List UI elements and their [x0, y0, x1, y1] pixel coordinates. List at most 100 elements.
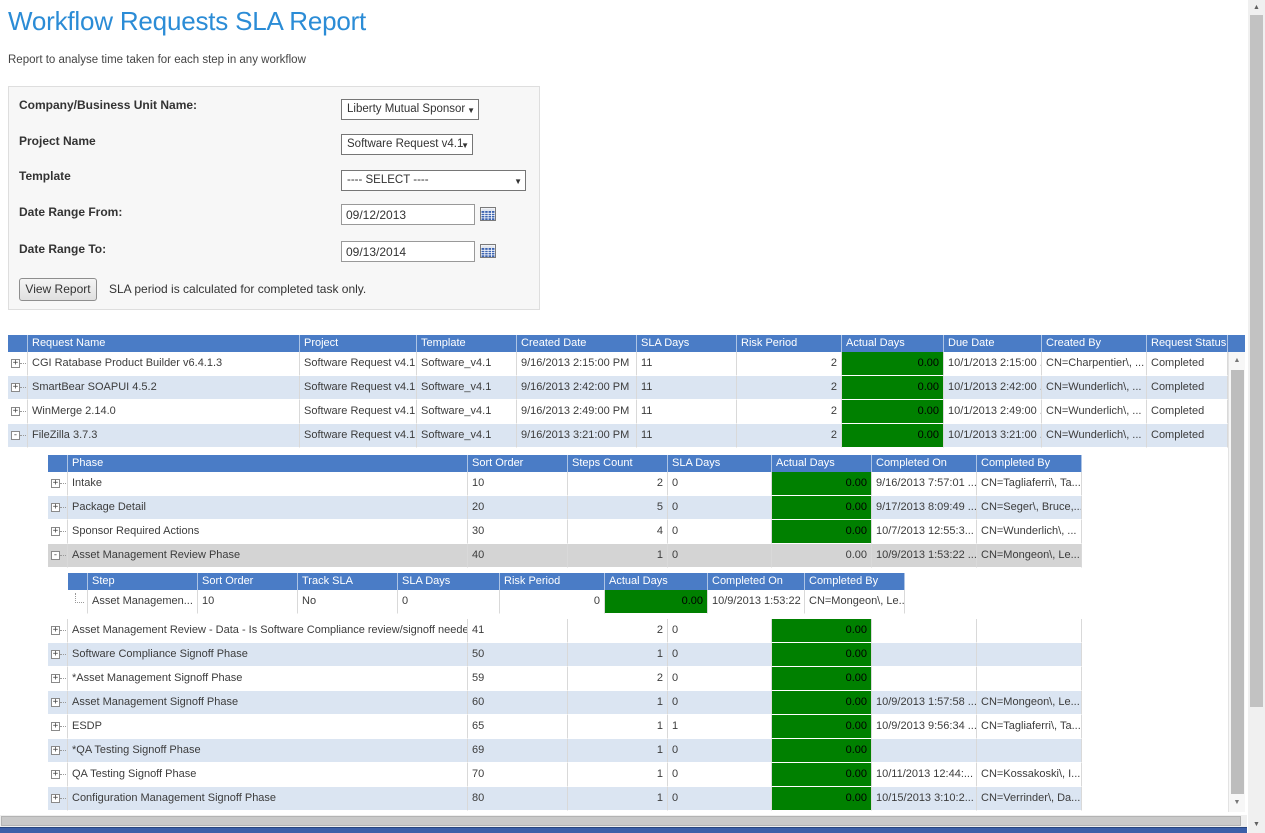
request-row[interactable]: +CGI Ratabase Product Builder v6.4.1.3So… [8, 352, 1245, 376]
phase-cell-completed-by: CN=Seger\, Bruce,... [977, 496, 1082, 520]
request-row[interactable]: + SmartBear SOAPUI 4.5.2Software Request … [8, 376, 1245, 400]
expand-icon[interactable]: + [51, 527, 60, 536]
expander-cell: + [48, 787, 68, 811]
expand-icon[interactable]: + [11, 359, 20, 368]
expand-icon[interactable]: + [11, 383, 20, 392]
request-cell-risk-period: 2 [737, 400, 842, 424]
phase-row[interactable]: +Configuration Management Signoff Phase8… [48, 787, 1082, 811]
phase-row[interactable]: +QA Testing Signoff Phase70100.0010/11/2… [48, 763, 1082, 787]
scroll-down-icon[interactable]: ▼ [1229, 795, 1245, 811]
phase-row[interactable]: +Asset Management Signoff Phase60100.001… [48, 691, 1082, 715]
phase-cell-sla: 0 [668, 472, 772, 496]
view-report-button[interactable]: View Report [19, 278, 97, 301]
request-cell-status: Completed [1147, 424, 1228, 448]
expand-icon[interactable]: + [51, 674, 60, 683]
phase-cell-steps: 2 [568, 472, 668, 496]
phase-cell-phase: Asset Management Review - Data - Is Soft… [68, 619, 468, 643]
expand-icon[interactable]: + [51, 650, 60, 659]
expand-icon[interactable]: + [51, 746, 60, 755]
phase-cell-completed-on: 10/7/2013 12:55:3... [872, 520, 977, 544]
col-header-completed-by: Completed By [977, 455, 1082, 472]
collapse-icon[interactable]: - [11, 431, 20, 440]
phase-row[interactable]: -Asset Management Review Phase40100.0010… [48, 544, 1082, 568]
phase-cell-sla: 0 [668, 739, 772, 763]
expand-icon[interactable]: + [11, 407, 20, 416]
report-vscroll-thumb[interactable] [1231, 370, 1244, 794]
collapse-icon[interactable]: - [51, 551, 60, 560]
dotted-connector [60, 555, 66, 556]
phase-row[interactable]: + Asset Management Review - Data - Is Sof… [48, 619, 1082, 643]
dotted-connector [60, 750, 66, 751]
phase-row[interactable]: +Intake10200.009/16/2013 7:57:01 ...CN=T… [48, 472, 1082, 496]
phase-cell-sort: 30 [468, 520, 568, 544]
date-from-input[interactable] [341, 204, 475, 225]
phase-cell-steps: 1 [568, 787, 668, 811]
expander-cell: + [48, 619, 68, 643]
phase-cell-sort: 60 [468, 691, 568, 715]
col-header-request-name: Request Name [28, 335, 300, 352]
project-select[interactable]: Software Request v4.1 ▼ [341, 134, 473, 155]
phase-cell-phase: QA Testing Signoff Phase [68, 763, 468, 787]
phase-cell-sort: 80 [468, 787, 568, 811]
request-row[interactable]: +WinMerge 2.14.0Software Request v4.1Sof… [8, 400, 1245, 424]
phase-row[interactable]: +Package Detail20500.009/17/2013 8:09:49… [48, 496, 1082, 520]
expander-cell: - [48, 544, 68, 568]
date-to-input[interactable] [341, 241, 475, 262]
expand-icon[interactable]: + [51, 626, 60, 635]
browser-scroll-thumb[interactable] [1250, 15, 1263, 707]
expand-icon[interactable]: + [51, 794, 60, 803]
phase-row[interactable]: +Software Compliance Signoff Phase50100.… [48, 643, 1082, 667]
template-select[interactable]: ---- SELECT ---- ▼ [341, 170, 526, 191]
request-cell-sla-days: 11 [637, 376, 737, 400]
request-row[interactable]: -FileZilla 3.7.3Software Request v4.1Sof… [8, 424, 1245, 448]
phase-cell-actual: 0.00 [772, 544, 872, 568]
phase-cell-completed-on: 10/15/2013 3:10:2... [872, 787, 977, 811]
phase-cell-completed-by [977, 739, 1082, 763]
browser-scrollbar[interactable]: ▲ ▼ [1248, 0, 1265, 833]
scroll-down-icon[interactable]: ▼ [1248, 817, 1265, 833]
request-cell-created-by: CN=Wunderlich\, ... [1042, 376, 1147, 400]
col-header-project: Project [300, 335, 417, 352]
date-to-calendar-button[interactable] [480, 243, 497, 259]
report-vertical-scrollbar[interactable]: ▲ ▼ [1228, 352, 1245, 812]
col-header-step: Step [88, 573, 198, 590]
expand-icon[interactable]: + [51, 479, 60, 488]
scroll-up-icon[interactable]: ▲ [1229, 353, 1245, 369]
request-cell-name: SmartBear SOAPUI 4.5.2 [28, 376, 300, 400]
expand-icon[interactable]: + [51, 722, 60, 731]
col-header-actual-days: Actual Days [772, 455, 872, 472]
phase-cell-completed-on: 10/11/2013 12:44:... [872, 763, 977, 787]
phase-cell-phase: Asset Management Signoff Phase [68, 691, 468, 715]
dropdown-arrow-icon: ▼ [514, 171, 522, 192]
dotted-connector [60, 678, 66, 679]
date-from-calendar-button[interactable] [480, 206, 497, 222]
phase-cell-phase: Asset Management Review Phase [68, 544, 468, 568]
expand-icon[interactable]: + [51, 770, 60, 779]
scroll-up-icon[interactable]: ▲ [1248, 0, 1265, 16]
phase-cell-phase: Intake [68, 472, 468, 496]
company-select[interactable]: Liberty Mutual Sponsor ▼ [341, 99, 479, 120]
step-cell-completed-by: CN=Mongeon\, Le... [805, 590, 905, 614]
request-cell-project: Software Request v4.1 [300, 376, 417, 400]
report-horizontal-scrollbar[interactable] [0, 815, 1247, 827]
expand-icon[interactable]: + [51, 503, 60, 512]
expand-icon[interactable]: + [51, 698, 60, 707]
phase-row[interactable]: +*Asset Management Signoff Phase59200.00 [48, 667, 1082, 691]
step-cell-step: Asset Managemen... [88, 590, 198, 614]
phase-cell-steps: 2 [568, 667, 668, 691]
col-header-track-sla: Track SLA [298, 573, 398, 590]
phase-cell-sla: 0 [668, 763, 772, 787]
report-hscroll-thumb[interactable] [1, 816, 1241, 826]
phase-row[interactable]: +ESDP65110.0010/9/2013 9:56:34 ...CN=Tag… [48, 715, 1082, 739]
phase-cell-phase: *Asset Management Signoff Phase [68, 667, 468, 691]
request-header-row: Request NameProjectTemplateCreated DateS… [8, 335, 1245, 352]
phase-row[interactable]: +Sponsor Required Actions30400.0010/7/20… [48, 520, 1082, 544]
request-cell-due: 10/1/2013 2:15:00 ... [944, 352, 1042, 376]
phase-row[interactable]: +*QA Testing Signoff Phase69100.00 [48, 739, 1082, 763]
col-header-sla-days: SLA Days [398, 573, 500, 590]
step-cell-track-sla: No [298, 590, 398, 614]
dotted-connector [60, 507, 66, 508]
step-row[interactable]: Asset Managemen...10No000.0010/9/2013 1:… [68, 590, 905, 614]
phase-cell-sort: 41 [468, 619, 568, 643]
step-cell-completed-on: 10/9/2013 1:53:22 ... [708, 590, 805, 614]
